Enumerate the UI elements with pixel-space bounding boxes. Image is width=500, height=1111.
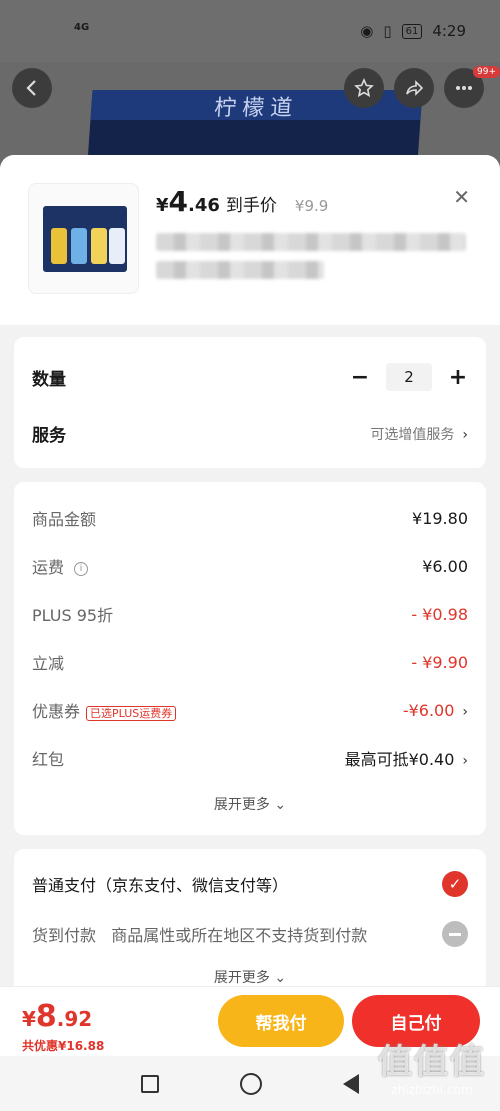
red-packet-label: 红包 (32, 750, 65, 769)
coupon-value: -¥6.00 (402, 700, 455, 720)
back-button[interactable] (12, 68, 52, 108)
share-button[interactable] (394, 68, 434, 108)
purchase-sheet: ¥4.46 到手价 ¥9.9 ✕ 数量 − 2 + 服务 可选增值服务 › 商品… (0, 155, 500, 986)
cost-row: PLUS 95折 - ¥0.98 (32, 602, 468, 626)
help-pay-button[interactable]: 帮我付 (218, 995, 344, 1047)
close-icon[interactable]: ✕ (453, 185, 470, 209)
cost-row: 立减 - ¥9.90 (32, 650, 468, 674)
watermark-url: zhizhizhi.com (391, 1083, 473, 1097)
price-tag: 到手价 (225, 196, 277, 216)
quantity-label: 数量 (32, 369, 66, 390)
chevron-right-icon: › (462, 703, 468, 720)
blurred-product-title (156, 233, 466, 251)
clock: 4:29 (432, 22, 466, 40)
cost-label: 商品金额 (32, 510, 97, 529)
final-price: ¥4.46 (156, 185, 220, 218)
vibrate-icon: ▯ (383, 22, 392, 40)
chevron-down-icon: ⌄ (274, 797, 287, 813)
expand-more-costs[interactable]: 展开更多 ⌄ (14, 794, 486, 814)
payment-normal-label: 普通支付（京东支付、微信支付等） (32, 876, 289, 895)
cod-label: 货到付款 (32, 926, 97, 945)
coupon-badge: 已选PLUS运费券 (86, 706, 177, 721)
spec-card-peek (14, 305, 486, 323)
payment-option-cod: 货到付款 商品属性或所在地区不支持货到付款 (32, 921, 468, 947)
more-dots-icon (456, 86, 472, 90)
disabled-check-icon (442, 921, 468, 947)
cod-note: 商品属性或所在地区不支持货到付款 (111, 926, 368, 945)
chevron-left-icon (26, 80, 36, 96)
cost-value: ¥19.80 (412, 508, 468, 528)
chevron-right-icon: › (462, 753, 468, 769)
info-icon[interactable]: i (74, 561, 89, 576)
expand-more-payment[interactable]: 展开更多 ⌄ (14, 967, 486, 986)
red-packet-row[interactable]: 红包 最高可抵¥0.40 › (32, 746, 468, 770)
cost-label: 立减 (32, 654, 65, 673)
minus-button[interactable]: − (350, 365, 370, 390)
cost-label: PLUS 95折 (32, 606, 114, 625)
watermark: 值值值 zhizhizhi.com (378, 1034, 486, 1097)
quantity-input[interactable]: 2 (386, 363, 432, 391)
payment-card: 普通支付（京东支付、微信支付等） ✓ 货到付款 商品属性或所在地区不支持货到付款… (14, 849, 486, 986)
favorite-button[interactable] (344, 68, 384, 108)
total-saving: 共优惠¥16.88 (22, 1039, 105, 1053)
chevron-right-icon: › (462, 426, 468, 443)
cost-value: - ¥0.98 (411, 604, 468, 624)
cost-value: - ¥9.90 (411, 652, 468, 672)
plus-button[interactable]: + (448, 365, 468, 390)
product-thumbnail[interactable] (28, 183, 139, 294)
quantity-row: 数量 − 2 + (32, 363, 468, 391)
original-price: ¥9.9 (294, 197, 329, 215)
star-icon (354, 78, 374, 98)
total-price: ¥8.92 (22, 999, 93, 1034)
coupon-label: 优惠券 (32, 702, 81, 721)
cost-value: ¥6.00 (422, 556, 468, 576)
payment-option-normal[interactable]: 普通支付（京东支付、微信支付等） ✓ (32, 871, 468, 897)
home-icon[interactable] (239, 1072, 262, 1095)
watermark-logo: 值值值 (378, 1042, 486, 1082)
cost-breakdown-card: 商品金额 ¥19.80 运费 i ¥6.00 PLUS 95折 - ¥0.98 立… (14, 482, 486, 835)
chevron-down-icon: ⌄ (274, 970, 287, 986)
status-bar: 4G ◉ ▯ 61 4:29 (0, 0, 500, 62)
message-badge: 99+ (473, 66, 500, 78)
quantity-stepper[interactable]: − 2 + (350, 363, 468, 391)
cost-row: 商品金额 ¥19.80 (32, 506, 468, 530)
cost-label: 运费 (32, 558, 65, 577)
price-row: ¥4.46 到手价 ¥9.9 (156, 185, 328, 218)
share-icon (406, 80, 424, 96)
coupon-row[interactable]: 优惠券 已选PLUS运费券 -¥6.00 › (32, 698, 468, 722)
eye-icon: ◉ (360, 22, 374, 40)
blurred-product-subtitle (156, 261, 324, 279)
options-card: 数量 − 2 + 服务 可选增值服务 › (14, 337, 486, 468)
checkmark-icon[interactable]: ✓ (442, 871, 468, 897)
back-icon[interactable] (343, 1073, 360, 1094)
sheet-header: ¥4.46 到手价 ¥9.9 ✕ (0, 155, 500, 325)
battery-indicator: 61 (401, 23, 423, 39)
service-label: 服务 (32, 426, 66, 446)
red-packet-value: 最高可抵¥0.40 (344, 750, 455, 769)
service-row[interactable]: 服务 可选增值服务 › (32, 421, 468, 446)
service-hint: 可选增值服务 (370, 426, 455, 443)
cost-row: 运费 i ¥6.00 (32, 554, 468, 578)
recent-apps-icon[interactable] (140, 1074, 159, 1093)
product-package-image (43, 206, 127, 272)
signal-indicator: 4G (74, 22, 90, 33)
